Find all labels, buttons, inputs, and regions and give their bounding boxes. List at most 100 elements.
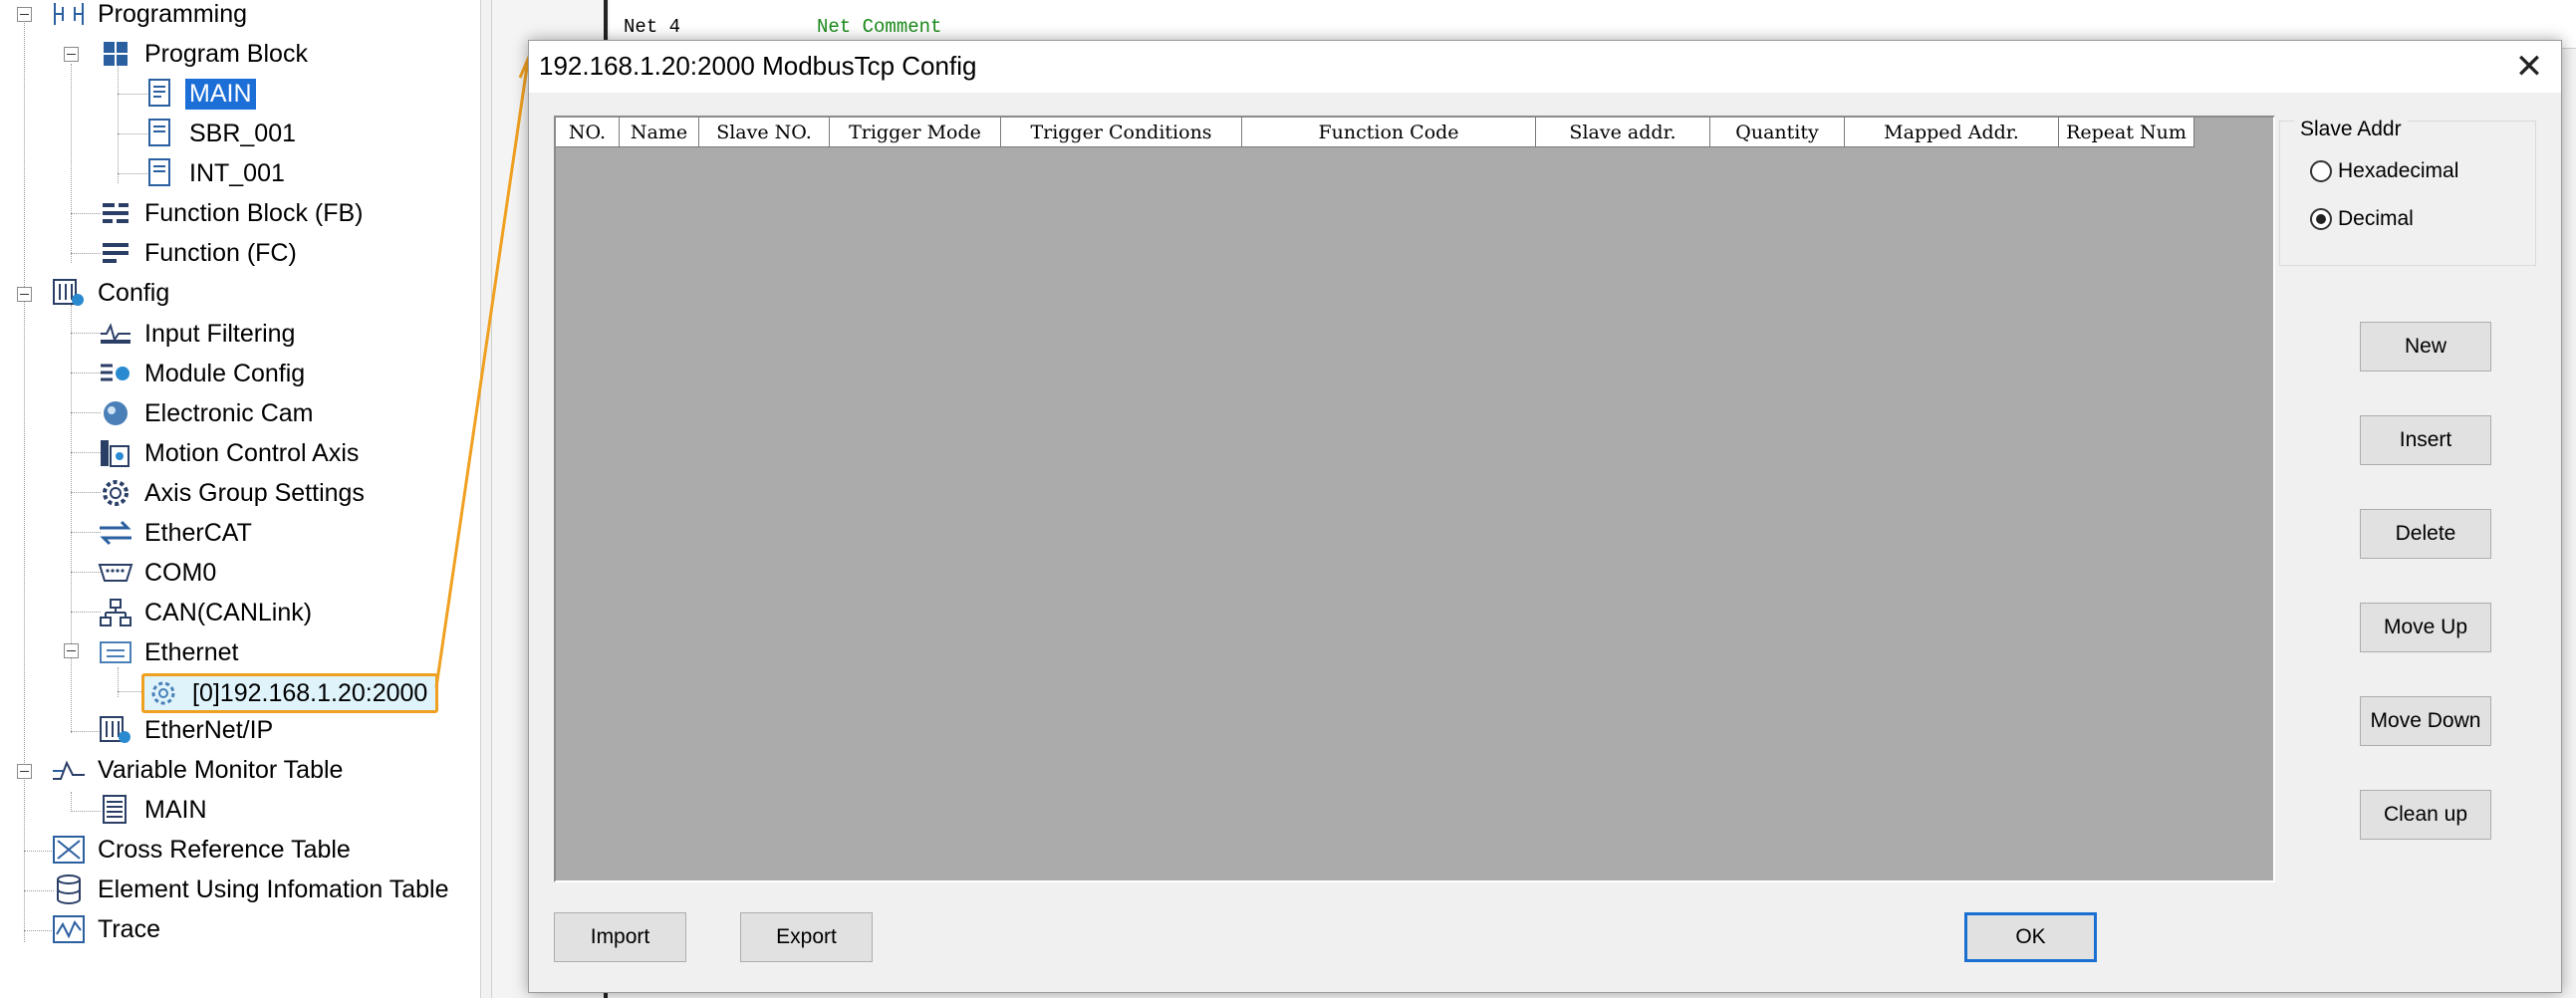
monitor-chart-icon <box>50 753 88 787</box>
tree-item-motion-control-axis[interactable]: Motion Control Axis <box>97 436 363 470</box>
column-header[interactable]: Trigger Mode <box>830 118 1001 147</box>
pane-splitter[interactable] <box>480 0 492 998</box>
table-icon <box>97 793 134 827</box>
tree-label: Function Block (FB) <box>144 198 364 227</box>
collapse-program-block-toggle[interactable] <box>64 47 79 62</box>
dialog-titlebar[interactable]: 192.168.1.20:2000 ModbusTcp Config ✕ <box>529 41 2561 93</box>
new-button[interactable]: New <box>2360 322 2491 372</box>
tree-item-sbr-001[interactable]: SBR_001 <box>141 117 300 150</box>
collapse-programming-toggle[interactable] <box>17 7 32 22</box>
tree-item-ethernet-connection[interactable]: [0]192.168.1.20:2000 <box>141 673 439 713</box>
export-button[interactable]: Export <box>740 912 873 962</box>
collapse-config-toggle[interactable] <box>17 287 32 302</box>
slave-addr-group: Slave Addr Hexadecimal Decimal <box>2279 118 2536 266</box>
modbustcp-config-dialog: 192.168.1.20:2000 ModbusTcp Config ✕ NO.… <box>528 40 2562 993</box>
database-icon <box>50 873 88 906</box>
ethernet-ip-icon <box>97 713 134 747</box>
close-icon[interactable]: ✕ <box>2509 47 2549 87</box>
insert-button[interactable]: Insert <box>2360 415 2491 465</box>
net-comment[interactable]: Net Comment <box>817 16 941 38</box>
tree-item-int-001[interactable]: INT_001 <box>141 156 289 190</box>
motion-axis-icon <box>97 436 134 470</box>
net-label: Net 4 <box>624 16 681 38</box>
function-block-icon <box>97 196 134 230</box>
radio-circle[interactable] <box>2310 160 2332 182</box>
import-button[interactable]: Import <box>554 912 686 962</box>
tree-label: Module Config <box>144 359 306 387</box>
serial-port-icon <box>97 556 134 590</box>
config-icon <box>50 276 88 310</box>
tree-item-element-using-info-table[interactable]: Element Using Infomation Table <box>50 873 453 906</box>
column-header[interactable]: Trigger Conditions <box>1001 118 1242 147</box>
ok-button[interactable]: OK <box>1964 912 2097 962</box>
decimal-label: Decimal <box>2338 207 2414 230</box>
column-header[interactable]: Name <box>620 118 699 147</box>
column-header[interactable]: Quantity <box>1710 118 1845 147</box>
tree-label: Ethernet <box>144 637 239 666</box>
tree-item-can[interactable]: CAN(CANLink) <box>97 596 316 629</box>
network-icon <box>97 596 134 629</box>
move-up-button[interactable]: Move Up <box>2360 603 2491 652</box>
tree-label: Element Using Infomation Table <box>98 874 449 903</box>
tree-item-function-block[interactable]: Function Block (FB) <box>97 196 368 230</box>
tree-item-electronic-cam[interactable]: Electronic Cam <box>97 396 318 430</box>
tree-label: SBR_001 <box>189 119 297 147</box>
function-icon <box>97 236 134 270</box>
tree-item-trace[interactable]: Trace <box>50 912 164 946</box>
tree-label: MAIN <box>185 78 256 110</box>
tree-item-variable-monitor-table[interactable]: Variable Monitor Table <box>50 753 347 787</box>
tree-item-axis-group-settings[interactable]: Axis Group Settings <box>97 476 369 510</box>
connection-gear-icon <box>144 676 182 710</box>
tree-label: Variable Monitor Table <box>98 755 344 784</box>
move-down-button[interactable]: Move Down <box>2360 696 2491 746</box>
tree-item-input-filtering[interactable]: Input Filtering <box>97 317 299 351</box>
cross-reference-icon <box>50 833 88 867</box>
tree-label: Electronic Cam <box>144 398 314 427</box>
column-header[interactable]: Function Code <box>1242 118 1536 147</box>
delete-button[interactable]: Delete <box>2360 509 2491 559</box>
tree-item-monitor-main[interactable]: MAIN <box>97 793 211 827</box>
tree-label: MAIN <box>144 795 207 824</box>
gear-icon <box>97 476 134 510</box>
tree-item-cross-reference-table[interactable]: Cross Reference Table <box>50 833 355 867</box>
radio-circle[interactable] <box>2310 208 2332 230</box>
tree-item-main[interactable]: MAIN <box>141 77 256 111</box>
tree-label: CAN(CANLink) <box>144 598 313 626</box>
clean-up-button[interactable]: Clean up <box>2360 790 2491 840</box>
tree-item-ethercat[interactable]: EtherCAT <box>97 516 256 550</box>
tree-item-programming[interactable]: Programming <box>50 0 251 31</box>
hexadecimal-label: Hexadecimal <box>2338 159 2459 182</box>
blocks-icon <box>97 37 134 71</box>
tree-label: Motion Control Axis <box>144 438 360 467</box>
collapse-ethernet-toggle[interactable] <box>64 643 79 658</box>
column-header[interactable]: Slave addr. <box>1536 118 1710 147</box>
main-program-icon <box>141 77 179 111</box>
tree-item-program-block[interactable]: Program Block <box>97 37 312 71</box>
module-config-icon <box>97 357 134 390</box>
tree-label: EtherNet/IP <box>144 715 274 744</box>
column-header[interactable]: NO. <box>556 118 620 147</box>
decimal-radio[interactable]: Decimal <box>2310 207 2414 231</box>
tree-item-ethernet[interactable]: Ethernet <box>97 635 243 669</box>
ethercat-icon <box>97 516 134 550</box>
tree-item-com0[interactable]: COM0 <box>97 556 220 590</box>
column-header[interactable]: Slave NO. <box>699 118 830 147</box>
tree-label: Program Block <box>144 39 308 68</box>
ethernet-port-icon <box>97 635 134 669</box>
config-grid[interactable]: NO. Name Slave NO. Trigger Mode Trigger … <box>554 116 2275 882</box>
hexadecimal-radio[interactable]: Hexadecimal <box>2310 159 2458 183</box>
cam-icon <box>97 396 134 430</box>
tree-item-module-config[interactable]: Module Config <box>97 357 309 390</box>
tree-item-config[interactable]: Config <box>50 276 173 310</box>
tree-label: Cross Reference Table <box>98 835 351 864</box>
column-header[interactable]: Mapped Addr. <box>1845 118 2059 147</box>
tree-label: Function (FC) <box>144 238 297 267</box>
interrupt-icon <box>141 156 179 190</box>
tree-label: COM0 <box>144 558 217 587</box>
tree-item-ethernet-ip[interactable]: EtherNet/IP <box>97 713 277 747</box>
tree-label: Axis Group Settings <box>144 478 365 507</box>
collapse-variable-monitor-toggle[interactable] <box>17 764 32 779</box>
tree-item-function-fc[interactable]: Function (FC) <box>97 236 301 270</box>
grid-header: NO. Name Slave NO. Trigger Mode Trigger … <box>556 118 2194 147</box>
column-header[interactable]: Repeat Num <box>2059 118 2194 147</box>
